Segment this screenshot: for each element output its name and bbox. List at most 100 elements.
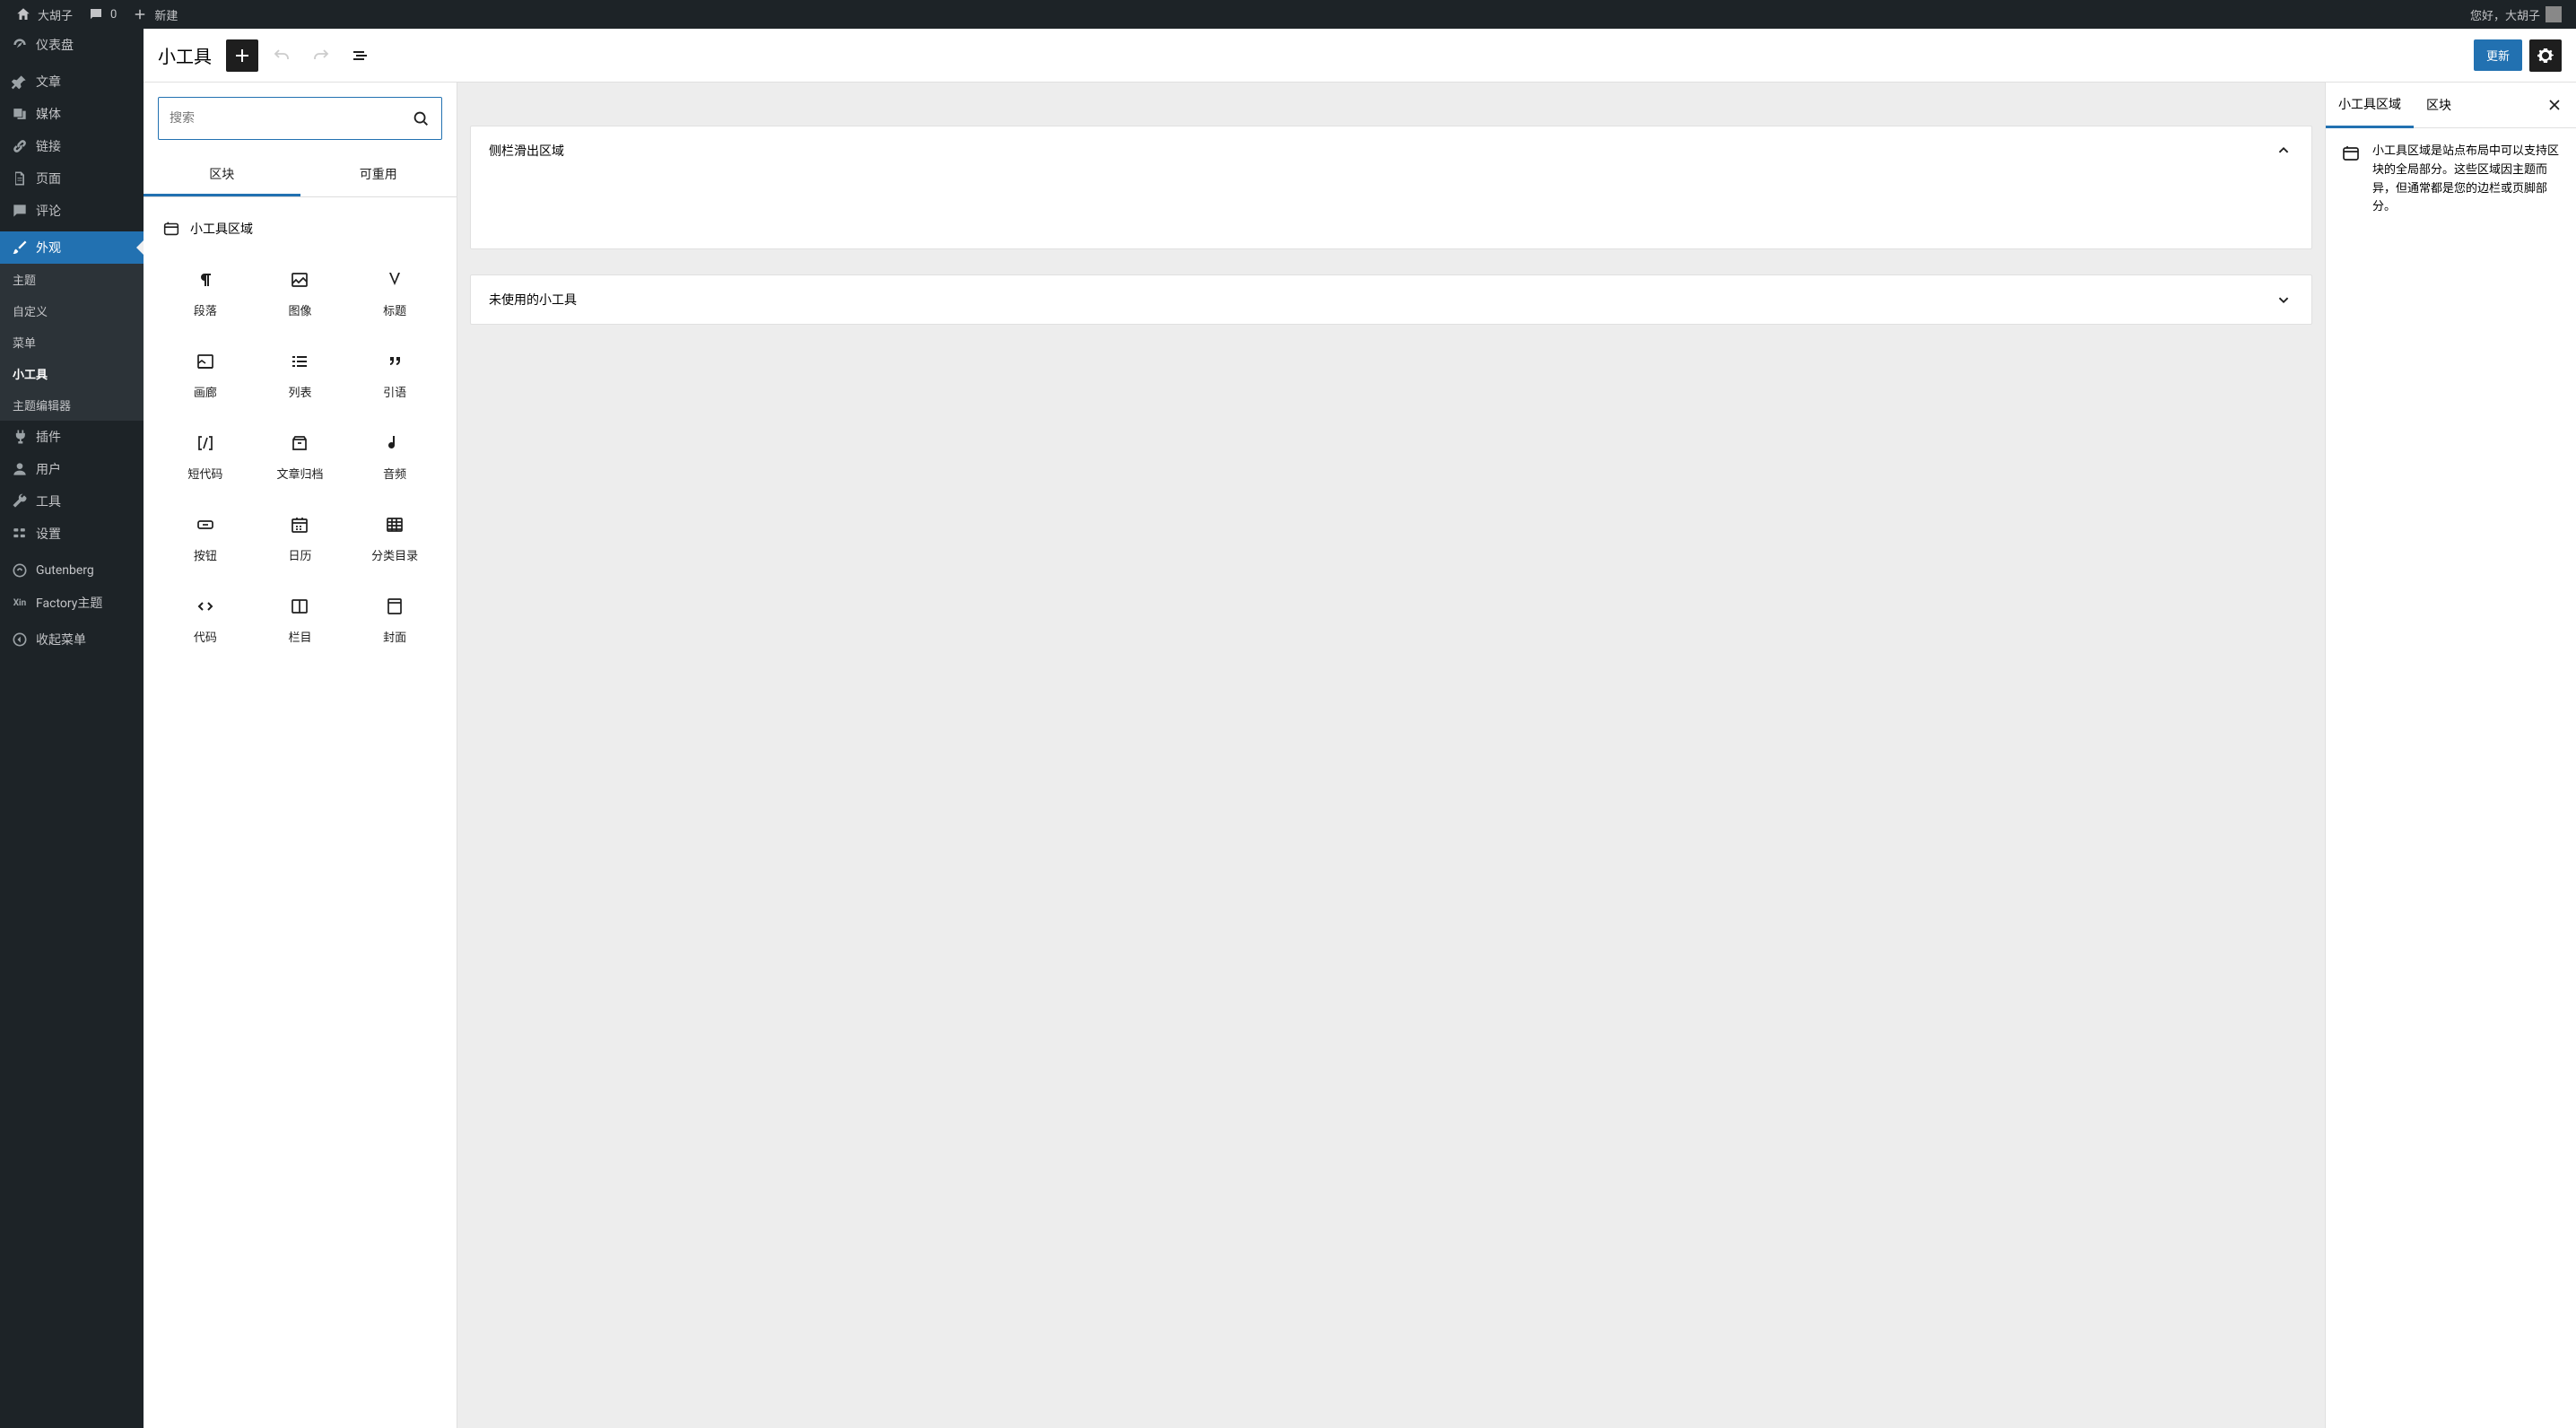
heading-icon [384, 269, 405, 291]
submenu-widgets[interactable]: 小工具 [0, 358, 144, 389]
widget-area-title: 未使用的小工具 [489, 291, 577, 309]
editor-header: 小工具 更新 [144, 29, 2576, 83]
tab-reusable[interactable]: 可重用 [300, 154, 457, 196]
block-item-label: 图像 [288, 301, 311, 318]
sidebar-item-comments[interactable]: 评论 [0, 195, 144, 227]
greeting-text: 您好，大胡子 [2470, 6, 2540, 23]
sidebar-item-tools[interactable]: 工具 [0, 485, 144, 518]
comments-count: 0 [110, 8, 117, 22]
plugin-icon [11, 428, 29, 446]
block-item-label: 音频 [383, 465, 406, 482]
gear-icon [2535, 45, 2556, 66]
sidebar-item-factory[interactable]: Xin Factory主题 [0, 587, 144, 619]
settings-description: 小工具区域是站点布局中可以支持区块的全局部分。这些区域因主题而异，但通常都是您的… [2372, 143, 2562, 217]
block-item-calendar[interactable]: 日历 [253, 498, 348, 579]
tab-blocks[interactable]: 区块 [144, 154, 300, 196]
widget-area-header[interactable]: 侧栏滑出区域 [471, 126, 2311, 175]
block-item-quote[interactable]: 引语 [347, 335, 442, 416]
user-greeting[interactable]: 您好，大胡子 [2463, 0, 2569, 29]
avatar-icon [2546, 6, 2562, 22]
update-button[interactable]: 更新 [2474, 39, 2522, 71]
widget-area-panel: 侧栏滑出区域 [470, 126, 2312, 249]
block-item-label: 引语 [383, 383, 406, 400]
redo-button[interactable] [305, 39, 337, 72]
link-icon [11, 137, 29, 155]
block-item-paragraph[interactable]: 段落 [158, 253, 253, 335]
sidebar-item-posts[interactable]: 文章 [0, 65, 144, 98]
undo-button[interactable] [265, 39, 298, 72]
block-item-columns[interactable]: 栏目 [253, 579, 348, 661]
widget-area-body[interactable] [471, 175, 2311, 248]
block-item-audio[interactable]: 音频 [347, 416, 442, 498]
sidebar-item-appearance[interactable]: 外观 [0, 231, 144, 264]
block-item-archives[interactable]: 文章归档 [253, 416, 348, 498]
widget-area-title: 侧栏滑出区域 [489, 142, 564, 160]
dashboard-icon [11, 36, 29, 54]
sidebar-item-media[interactable]: 媒体 [0, 98, 144, 130]
sidebar-item-label: 链接 [36, 137, 61, 155]
sidebar-item-plugins[interactable]: 插件 [0, 421, 144, 453]
search-icon [411, 109, 431, 128]
submenu-customize[interactable]: 自定义 [0, 295, 144, 327]
sidebar-item-label: 设置 [36, 525, 61, 543]
sidebar-item-label: 收起菜单 [36, 631, 86, 649]
quote-icon [384, 351, 405, 372]
block-item-label: 画廊 [194, 383, 217, 400]
settings-toggle-button[interactable] [2529, 39, 2562, 72]
redo-icon [310, 45, 332, 66]
sidebar-item-settings[interactable]: 设置 [0, 518, 144, 550]
widget-area-icon [2340, 143, 2362, 164]
block-item-gallery[interactable]: 画廊 [158, 335, 253, 416]
site-name-link[interactable]: 大胡子 [7, 0, 80, 29]
widget-area-header-unused[interactable]: 未使用的小工具 [471, 275, 2311, 324]
new-link[interactable]: 新建 [124, 0, 185, 29]
block-item-categories[interactable]: 分类目录 [347, 498, 442, 579]
tab-block[interactable]: 区块 [2414, 83, 2464, 126]
widgets-canvas: 侧栏滑出区域 未使用的小工具 [457, 83, 2325, 1428]
sidebar-item-label: Factory主题 [36, 594, 102, 612]
block-item-code[interactable]: 代码 [158, 579, 253, 661]
sidebar-item-label: 外观 [36, 239, 61, 257]
page-icon [11, 170, 29, 187]
sidebar-item-links[interactable]: 链接 [0, 130, 144, 162]
sidebar-item-gutenberg[interactable]: Gutenberg [0, 554, 144, 587]
block-item-shortcode[interactable]: 短代码 [158, 416, 253, 498]
block-inserter-panel: 区块 可重用 小工具区域 段落图像标题画廊列表引语短代码文章归档音频按钮日历分类… [144, 83, 457, 1428]
sidebar-item-collapse[interactable]: 收起菜单 [0, 623, 144, 656]
search-input[interactable] [170, 111, 411, 126]
cover-icon [384, 596, 405, 617]
gallery-icon [195, 351, 216, 372]
tab-widget-area[interactable]: 小工具区域 [2326, 83, 2414, 128]
comments-link[interactable]: 0 [80, 0, 124, 29]
admin-sidebar: 仪表盘 文章 媒体 链接 页面 评论 外观 主题 自定义 [0, 29, 144, 1428]
block-item-heading[interactable]: 标题 [347, 253, 442, 335]
list-view-button[interactable] [344, 39, 377, 72]
sidebar-item-users[interactable]: 用户 [0, 453, 144, 485]
categories-icon [384, 514, 405, 536]
archives-icon [289, 432, 310, 454]
image-icon [289, 269, 310, 291]
block-item-label: 按钮 [194, 546, 217, 563]
plus-icon [231, 45, 253, 66]
submenu-themes[interactable]: 主题 [0, 264, 144, 295]
block-item-button[interactable]: 按钮 [158, 498, 253, 579]
widget-area-panel-unused: 未使用的小工具 [470, 274, 2312, 325]
block-item-label: 栏目 [288, 628, 311, 645]
inserter-toggle-button[interactable] [226, 39, 258, 72]
block-item-cover[interactable]: 封面 [347, 579, 442, 661]
home-icon [14, 5, 32, 23]
submenu-theme-editor[interactable]: 主题编辑器 [0, 389, 144, 421]
block-item-image[interactable]: 图像 [253, 253, 348, 335]
block-item-label: 代码 [194, 628, 217, 645]
block-item-list[interactable]: 列表 [253, 335, 348, 416]
close-settings-button[interactable] [2540, 91, 2569, 119]
settings-sidebar: 小工具区域 区块 小工具区域是站点布局中可以支持区块的全局部分。这些区域因主题而… [2325, 83, 2576, 1428]
list-icon [289, 351, 310, 372]
submenu-menus[interactable]: 菜单 [0, 327, 144, 358]
sidebar-item-dashboard[interactable]: 仪表盘 [0, 29, 144, 61]
block-item-label: 封面 [383, 628, 406, 645]
sidebar-item-pages[interactable]: 页面 [0, 162, 144, 195]
admin-bar: 大胡子 0 新建 您好，大胡子 [0, 0, 2576, 29]
pin-icon [11, 73, 29, 91]
appearance-submenu: 主题 自定义 菜单 小工具 主题编辑器 [0, 264, 144, 421]
